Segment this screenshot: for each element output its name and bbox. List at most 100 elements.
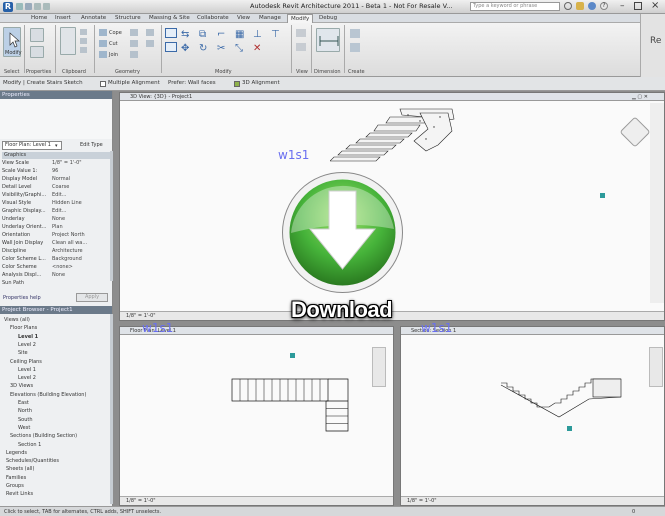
download-button[interactable] [281,171,404,294]
view-plan-scale[interactable]: 1/8" = 1'-0" [126,498,156,504]
communication-icon[interactable] [588,2,596,10]
property-row[interactable]: Underlay Orient... Plan [2,224,110,231]
browser-item[interactable]: Sheets (all) [6,466,34,472]
copy-element-icon[interactable]: ⧉ [199,30,211,40]
close-icon[interactable]: × [651,0,659,12]
property-value[interactable]: 96 [52,168,104,175]
type-selector[interactable]: Floor Plan: Level 1 [2,141,62,150]
browser-item[interactable]: West [18,425,30,431]
property-row[interactable]: Detail Level Coarse [2,184,110,191]
view-floor-plan[interactable]: Floor Plan: Level 1 w1s1 1/8" = 1'-0" [119,321,394,506]
tab-collaborate[interactable]: Collaborate [194,14,232,23]
demolish-icon[interactable] [146,29,154,36]
download-label[interactable]: Download [291,297,393,323]
browser-item[interactable]: Ceiling Plans [10,359,42,365]
steering-wheel-icon[interactable] [649,347,663,387]
join-icon[interactable] [99,51,107,58]
property-row[interactable]: Visibility/Graphi... Edit... [2,192,110,199]
apply-button[interactable]: Apply [76,293,108,302]
view-3d-scale[interactable]: 1/8" = 1'-0" [126,313,156,319]
browser-item[interactable]: Schedules/Quantities [6,458,59,464]
section-marker-icon[interactable] [600,193,605,198]
browser-item[interactable]: East [18,400,29,406]
view-section-scale[interactable]: 1/8" = 1'-0" [407,498,437,504]
property-value[interactable]: Hidden Line [52,200,104,207]
cut-icon[interactable] [80,29,87,35]
browser-item[interactable]: Level 1 [18,367,36,373]
create-group-icon[interactable] [350,43,360,52]
3d-alignment-checkbox[interactable] [234,81,240,87]
property-value[interactable]: Clean all wa... [52,240,104,247]
search-icon[interactable] [564,2,572,10]
property-row[interactable]: Scale Value 1: 96 [2,168,110,175]
browser-item[interactable]: 3D Views [10,383,33,389]
view-3d-window-controls[interactable]: ▁ ▢ ✕ [632,94,648,100]
property-value[interactable]: <none> [52,264,104,271]
finish-panel[interactable]: Re [640,14,665,77]
tab-debug[interactable]: Debug [316,14,340,23]
steering-wheel-icon[interactable] [372,347,386,387]
modify-button[interactable]: Modify [3,27,22,57]
offset-icon[interactable] [165,42,177,52]
multiple-alignment-checkbox[interactable] [100,81,106,87]
property-row[interactable]: Sun Path [2,280,110,287]
aligned-dimension-button[interactable] [316,28,340,52]
align-icon[interactable] [165,28,177,38]
mirror-icon[interactable]: ⇆ [181,30,193,40]
tab-insert[interactable]: Insert [52,14,74,23]
create-similar-icon[interactable] [350,29,360,38]
cut-label[interactable]: Cut [109,41,118,47]
property-row[interactable]: Color Scheme L... Background [2,256,110,263]
browser-item[interactable]: Site [18,350,28,356]
property-value[interactable]: Architecture [52,248,104,255]
viewcube-icon[interactable] [619,116,651,148]
properties-button[interactable] [30,28,44,42]
open-icon[interactable] [16,3,23,10]
delete-icon[interactable]: ✕ [253,44,265,54]
tab-view[interactable]: View [234,14,253,23]
browser-item[interactable]: Legends [6,450,27,456]
browser-scrollbar[interactable] [110,314,113,504]
scale-icon[interactable]: ⤡ [235,44,247,54]
split-icon[interactable]: ✂ [217,44,229,54]
copy-icon[interactable] [80,38,87,44]
property-row[interactable]: Orientation Project North [2,232,110,239]
tab-manage[interactable]: Manage [256,14,284,23]
section-marker-icon[interactable] [567,426,572,431]
property-value[interactable]: Background [52,256,104,263]
save-icon[interactable] [25,3,32,10]
property-row[interactable]: Color Scheme <none> [2,264,110,271]
type-properties-button[interactable] [30,46,44,58]
property-value[interactable]: Normal [52,176,104,183]
browser-item[interactable]: Groups [6,483,24,489]
wall-joins-icon[interactable] [130,29,138,36]
property-row[interactable]: Underlay None [2,216,110,223]
cope-label[interactable]: Cope [109,30,122,36]
chevron-down-icon[interactable]: ▾ [55,143,58,149]
cope-icon[interactable] [99,29,107,36]
stair-section[interactable] [499,375,629,423]
undo-icon[interactable] [34,3,41,10]
trim-icon[interactable]: ⌐ [217,30,229,40]
property-row[interactable]: View Scale 1/8" = 1'-0" [2,160,110,167]
browser-item[interactable]: Families [6,475,26,481]
split-face-icon[interactable] [130,40,138,47]
property-row[interactable]: Display Model Normal [2,176,110,183]
properties-scrollbar[interactable] [110,151,113,281]
edit-type-button[interactable]: Edit Type [80,141,110,150]
finish-button[interactable]: Re [650,36,661,46]
tab-massing-site[interactable]: Massing & Site [146,14,193,23]
view-section-control-bar[interactable]: 1/8" = 1'-0" [401,496,664,505]
property-row[interactable]: Wall Join Display Clean all wa... [2,240,110,247]
subscription-icon[interactable] [576,2,584,10]
move-icon[interactable]: ✥ [181,44,193,54]
browser-item[interactable]: Sections (Building Section) [10,433,77,439]
pin-icon[interactable]: ⊥ [253,30,265,40]
property-row[interactable]: Analysis Displ... None [2,272,110,279]
browser-item[interactable]: Floor Plans [10,325,37,331]
search-input[interactable]: Type a keyword or phrase [470,2,560,11]
prefer-label[interactable]: Prefer: Wall faces [168,80,216,86]
array-icon[interactable]: ▦ [235,30,247,40]
tab-structure[interactable]: Structure [112,14,144,23]
section-graphics[interactable]: Graphics [2,152,110,159]
